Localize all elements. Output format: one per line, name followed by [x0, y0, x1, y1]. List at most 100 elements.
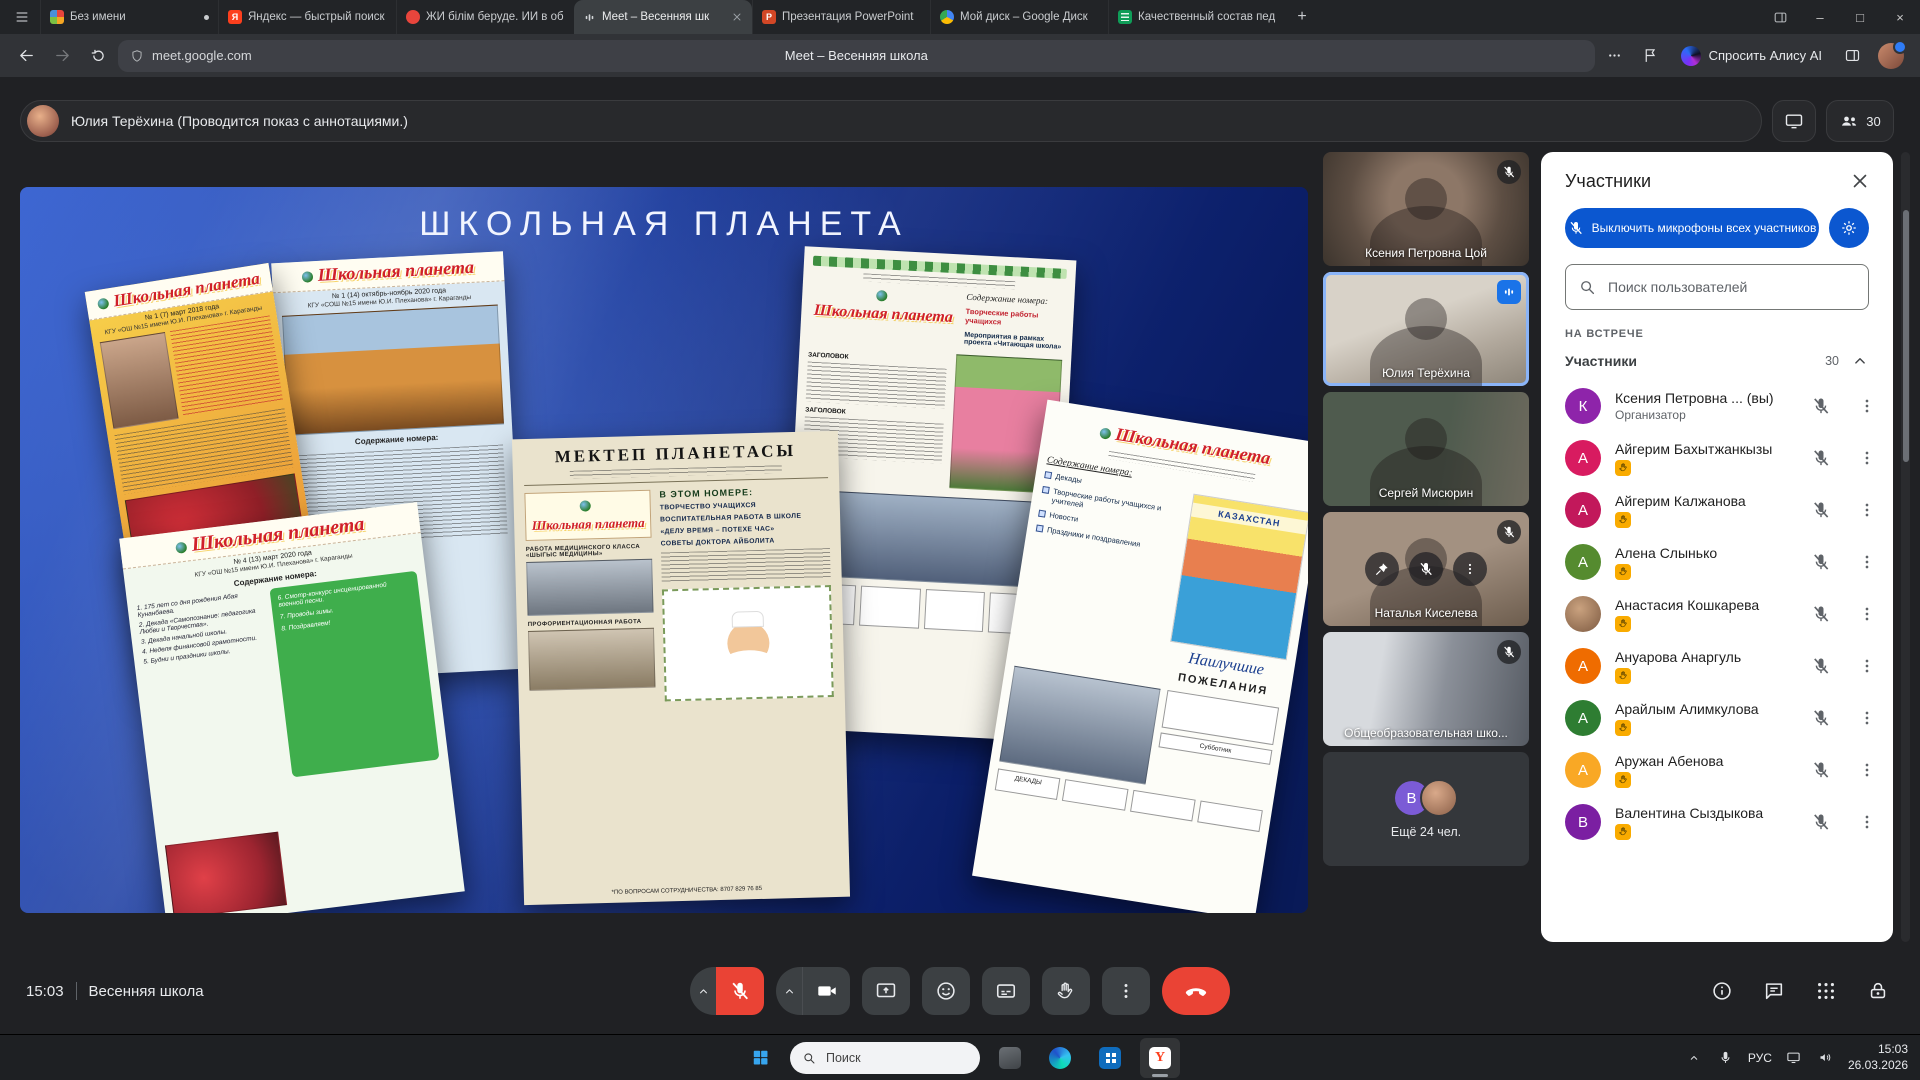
taskbar-search-input[interactable] — [824, 1050, 968, 1066]
present-screen-button[interactable] — [862, 967, 910, 1015]
tab-audio-icon[interactable] — [583, 11, 596, 24]
tab-sheets[interactable]: Качественный состав пед — [1108, 0, 1286, 34]
taskbar-app-store[interactable] — [1090, 1038, 1130, 1078]
back-button[interactable] — [10, 40, 42, 72]
new-tab-button[interactable]: + — [1286, 8, 1318, 26]
meeting-time: 15:03 — [26, 983, 64, 1000]
mute-all-button[interactable]: Выключить микрофоны всех участников — [1565, 208, 1819, 248]
omnibox[interactable]: meet.google.com Meet – Весенняя школа — [118, 40, 1595, 72]
meeting-details-icon[interactable] — [1700, 969, 1744, 1013]
pin-tile-icon[interactable] — [1365, 552, 1399, 586]
close-panel-icon[interactable] — [1849, 170, 1871, 192]
chat-icon[interactable] — [1752, 969, 1796, 1013]
group-count: 30 — [1825, 354, 1839, 368]
tab-untitled[interactable]: Без имени — [40, 0, 218, 34]
raise-hand-button[interactable] — [1042, 967, 1090, 1015]
mic-muted-button[interactable] — [716, 967, 764, 1015]
participant-row[interactable]: А Ануарова Анаргуль — [1541, 640, 1893, 692]
tile-more-options-icon[interactable] — [1453, 552, 1487, 586]
alice-ai-button[interactable]: Спросить Алису AI — [1671, 40, 1832, 72]
bookmark-icon[interactable] — [1635, 40, 1667, 72]
tab-ai-education[interactable]: ЖИ білім беруде. ИИ в об — [396, 0, 574, 34]
presentation-indicator-button[interactable] — [1772, 100, 1816, 142]
taskbar-app-edge[interactable] — [1040, 1038, 1080, 1078]
participant-row[interactable]: А Арайлым Алимкулова — [1541, 692, 1893, 744]
video-tile-hovered[interactable]: Наталья Киселева — [1323, 512, 1529, 626]
more-options-icon[interactable] — [1857, 552, 1877, 572]
panel-scrollbar[interactable] — [1901, 152, 1910, 942]
extensions-menu-icon[interactable] — [1599, 40, 1631, 72]
tray-mic-icon[interactable] — [1716, 1048, 1736, 1068]
presentation-stage[interactable]: ШКОЛЬНАЯ ПЛАНЕТА Школьная планета № 1 (7… — [20, 187, 1308, 913]
more-options-icon[interactable] — [1857, 760, 1877, 780]
mute-participant-icon[interactable] — [1409, 552, 1443, 586]
taskbar-app-window[interactable] — [990, 1038, 1030, 1078]
more-options-icon[interactable] — [1857, 396, 1877, 416]
tile-name: Юлия Терёхина — [1329, 366, 1523, 380]
language-indicator[interactable]: РУС — [1748, 1051, 1772, 1065]
reactions-button[interactable] — [922, 967, 970, 1015]
host-controls-icon[interactable] — [1856, 969, 1900, 1013]
more-options-icon[interactable] — [1857, 604, 1877, 624]
start-button[interactable] — [740, 1038, 780, 1078]
forward-button[interactable] — [46, 40, 78, 72]
captions-button[interactable] — [982, 967, 1030, 1015]
more-options-icon[interactable] — [1857, 812, 1877, 832]
more-participants-tile[interactable]: B Ещё 24 чел. — [1323, 752, 1529, 866]
taskbar-search[interactable] — [790, 1042, 980, 1074]
tray-volume-icon[interactable] — [1816, 1048, 1836, 1068]
participant-row[interactable]: В Валентина Сыздыкова — [1541, 796, 1893, 848]
end-call-button[interactable] — [1162, 967, 1230, 1015]
tray-display-icon[interactable] — [1784, 1048, 1804, 1068]
mic-control — [690, 967, 764, 1015]
participant-row[interactable]: К Ксения Петровна ... (вы)Организатор — [1541, 380, 1893, 432]
tab-powerpoint[interactable]: P Презентация PowerPoint — [752, 0, 930, 34]
collections-panel-icon[interactable] — [1836, 40, 1868, 72]
speaking-indicator-icon — [1497, 280, 1521, 304]
close-button[interactable]: × — [1880, 0, 1920, 34]
more-options-icon[interactable] — [1857, 500, 1877, 520]
divider — [76, 982, 77, 1000]
tray-time: 15:03 — [1848, 1042, 1908, 1058]
tab-meet-active[interactable]: Meet – Весенняя шк — [574, 0, 752, 34]
participants-search[interactable] — [1565, 264, 1869, 310]
hidden-icons-chevron[interactable] — [1684, 1048, 1704, 1068]
video-tile[interactable]: Сергей Мисюрин — [1323, 392, 1529, 506]
maximize-button[interactable]: □ — [1840, 0, 1880, 34]
more-options-icon[interactable] — [1857, 656, 1877, 676]
participant-row[interactable]: А Аружан Абенова — [1541, 744, 1893, 796]
tab-close-icon[interactable] — [731, 11, 743, 23]
participants-group-header[interactable]: Участники 30 — [1565, 342, 1869, 380]
camera-options-chevron-icon[interactable] — [776, 967, 802, 1015]
mic-options-chevron-icon[interactable] — [690, 967, 716, 1015]
participants-count-button[interactable]: 30 — [1826, 100, 1894, 142]
participant-row[interactable]: А Айгерим Калжанова — [1541, 484, 1893, 536]
participant-row[interactable]: А Айгерим Бахытжанкызы — [1541, 432, 1893, 484]
taskbar-clock[interactable]: 15:03 26.03.2026 — [1848, 1042, 1908, 1073]
scrollbar-thumb[interactable] — [1903, 210, 1909, 462]
more-options-button[interactable] — [1102, 967, 1150, 1015]
minimize-button[interactable]: – — [1800, 0, 1840, 34]
side-panel-icon[interactable] — [1760, 0, 1800, 34]
taskbar-app-yandex-active[interactable]: Y — [1140, 1038, 1180, 1078]
profile-avatar[interactable] — [1878, 43, 1904, 69]
video-tile[interactable]: Общеобразовательная шко... — [1323, 632, 1529, 746]
tab-google-drive[interactable]: Мой диск – Google Диск — [930, 0, 1108, 34]
tab-menu-icon[interactable] — [14, 9, 30, 25]
participant-row[interactable]: Анастасия Кошкарева — [1541, 588, 1893, 640]
site-security-icon[interactable] — [130, 49, 144, 63]
tab-yandex-search[interactable]: Я Яндекс — быстрый поиск — [218, 0, 396, 34]
activities-icon[interactable] — [1804, 969, 1848, 1013]
mute-options-button[interactable] — [1829, 208, 1869, 248]
refresh-button[interactable] — [82, 40, 114, 72]
more-options-icon[interactable] — [1857, 708, 1877, 728]
more-options-icon[interactable] — [1857, 448, 1877, 468]
collapse-chevron-icon[interactable] — [1851, 352, 1869, 370]
participants-panel: Участники Выключить микрофоны всех участ… — [1541, 152, 1893, 942]
camera-button[interactable] — [802, 967, 850, 1015]
participant-row[interactable]: А Алена Слынько — [1541, 536, 1893, 588]
search-input[interactable] — [1606, 278, 1856, 296]
cells-column: Субботник — [1152, 690, 1279, 803]
video-tile[interactable]: Ксения Петровна Цой — [1323, 152, 1529, 266]
video-tile-active-speaker[interactable]: Юлия Терёхина — [1323, 272, 1529, 386]
